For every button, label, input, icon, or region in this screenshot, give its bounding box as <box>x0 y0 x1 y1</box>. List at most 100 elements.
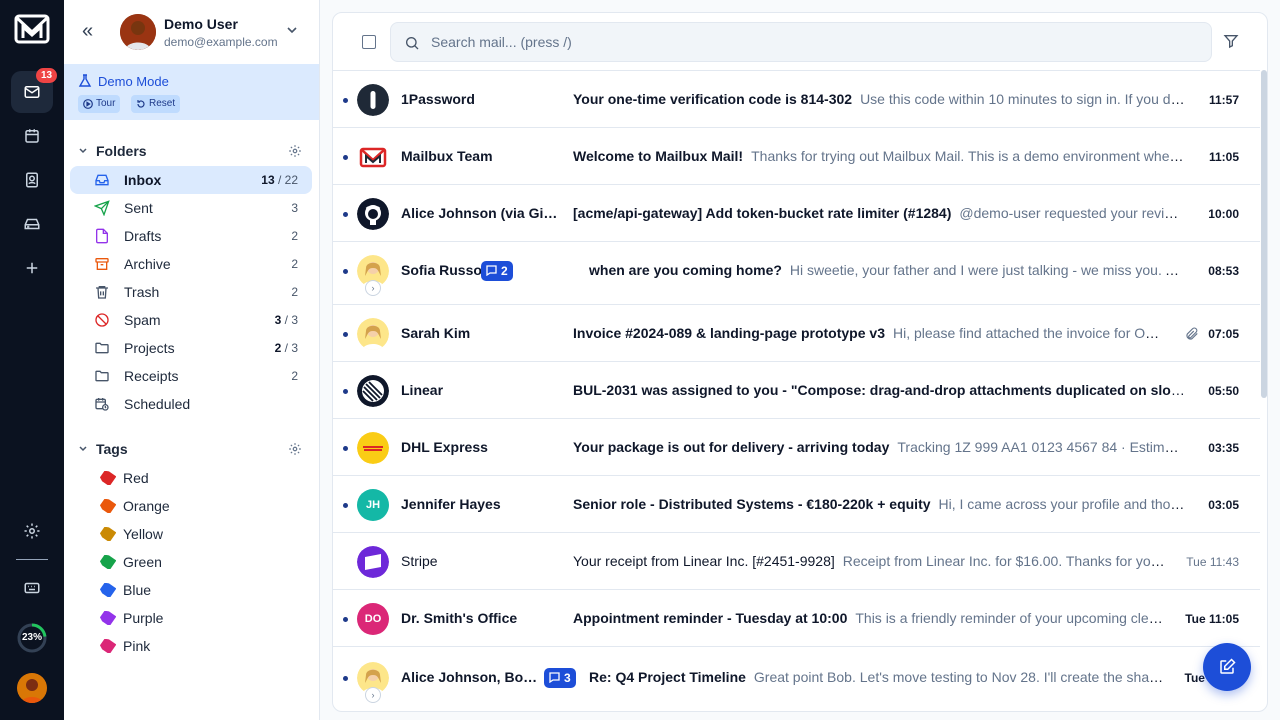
avatar[interactable] <box>120 14 156 50</box>
chevron-down-icon <box>79 148 87 154</box>
storage-progress[interactable]: 23% <box>16 622 48 654</box>
email-preview: @demo-user requested your review on this… <box>959 205 1186 221</box>
nav-contacts[interactable] <box>11 159 53 201</box>
tour-button[interactable]: Tour <box>78 95 121 113</box>
folder-icon <box>94 368 110 384</box>
expand-thread-icon[interactable]: › <box>365 687 381 703</box>
tag-item-yellow[interactable]: Yellow <box>70 520 312 548</box>
folder-label: Sent <box>124 200 153 216</box>
email-row[interactable]: › Sofia Russo 2 when are you coming home? Hi… <box>333 241 1260 304</box>
paperclip-icon <box>1185 327 1199 341</box>
tag-label: Green <box>123 554 162 570</box>
mail-list-panel: 1Password Your one-time verification code… <box>332 12 1268 712</box>
email-summary: when are you coming home? Hi sweetie, you… <box>589 262 1186 278</box>
tag-label: Blue <box>123 582 152 598</box>
unread-dot <box>343 155 348 160</box>
email-summary: Invoice #2024-089 & landing-page prototy… <box>573 325 1164 341</box>
unread-dot <box>343 503 348 508</box>
unread-dot <box>343 676 348 681</box>
sidebar-item-trash[interactable]: Trash 2 <box>70 278 312 306</box>
folders-header[interactable]: Folders <box>78 143 147 159</box>
sidebar-item-scheduled[interactable]: Scheduled <box>70 390 312 418</box>
tags-header[interactable]: Tags <box>78 441 128 457</box>
sidebar-item-receipts[interactable]: Receipts 2 <box>70 362 312 390</box>
send-icon <box>93 200 110 217</box>
drive-icon <box>24 218 40 230</box>
email-time: 11:05 <box>1208 150 1239 164</box>
current-user-avatar[interactable] <box>17 673 47 703</box>
tag-item-red[interactable]: Red <box>70 464 312 492</box>
sidebar-item-projects[interactable]: Projects 2 / 3 <box>70 334 312 362</box>
message-icon <box>486 265 497 276</box>
tag-item-pink[interactable]: Pink <box>70 632 312 660</box>
tag-item-purple[interactable]: Purple <box>70 604 312 632</box>
email-sender: 1Password <box>401 91 475 107</box>
tag-label: Yellow <box>123 526 163 542</box>
email-time: 11:57 <box>1208 93 1239 107</box>
email-summary: Appointment reminder - Tuesday at 10:00 T… <box>573 610 1166 626</box>
folder-count: 3 / 3 <box>274 313 298 327</box>
nav-settings[interactable] <box>11 510 53 552</box>
email-row[interactable]: Mailbux Team Welcome to Mailbux Mail! Than… <box>333 127 1260 184</box>
email-summary: Your one-time verification code is 814-3… <box>573 91 1186 107</box>
email-summary: Welcome to Mailbux Mail! Thanks for tryin… <box>573 148 1186 164</box>
reset-button[interactable]: Reset <box>131 95 181 113</box>
email-preview: Hi, I came across your profile and thoug… <box>938 496 1186 512</box>
archive-icon <box>94 256 110 272</box>
email-row[interactable]: 1Password Your one-time verification code… <box>333 70 1260 127</box>
unread-dot <box>343 98 348 103</box>
email-row[interactable]: Stripe Your receipt from Linear Inc. [#24… <box>333 532 1260 589</box>
tag-settings-gear-icon[interactable] <box>288 442 302 456</box>
email-time: 03:05 <box>1208 498 1239 512</box>
scrollbar[interactable] <box>1260 70 1267 400</box>
filter-icon[interactable] <box>1223 33 1239 49</box>
folder-settings-gear-icon[interactable] <box>288 144 302 158</box>
email-row[interactable]: DHL Express Your package is out for deliv… <box>333 418 1260 475</box>
compose-button[interactable] <box>1203 643 1251 691</box>
trash-icon <box>94 284 110 300</box>
contacts-icon <box>26 172 38 188</box>
email-sender: Alice Johnson, Bob Martinez <box>401 669 539 685</box>
tag-item-orange[interactable]: Orange <box>70 492 312 520</box>
email-row[interactable]: Alice Johnson (via GitHub) [acme/api-gate… <box>333 184 1260 241</box>
email-row[interactable]: Sarah Kim Invoice #2024-089 & landing-pag… <box>333 304 1260 361</box>
nav-calendar[interactable] <box>11 115 53 157</box>
tour-label: Tour <box>96 98 116 109</box>
email-row[interactable]: Linear BUL-2031 was assigned to you - "Co… <box>333 361 1260 418</box>
play-circle-icon <box>83 99 93 109</box>
nav-add[interactable] <box>11 247 53 289</box>
search-input[interactable] <box>431 31 1191 53</box>
sidebar-item-sent[interactable]: Sent 3 <box>70 194 312 222</box>
collapse-sidebar-icon[interactable]: « <box>82 20 102 44</box>
sidebar-item-archive[interactable]: Archive 2 <box>70 250 312 278</box>
onepassword-logo-icon <box>357 84 389 116</box>
chevron-down-icon <box>79 446 87 452</box>
email-row[interactable]: › Alice Johnson, Bob Martinez 3 Re: Q4 Proj… <box>333 646 1260 711</box>
tag-item-green[interactable]: Green <box>70 548 312 576</box>
expand-thread-icon[interactable]: › <box>365 280 381 296</box>
folder-count: 2 <box>291 257 298 271</box>
chevron-down-icon[interactable] <box>286 24 298 36</box>
email-subject: Your one-time verification code is 814-3… <box>573 91 853 107</box>
search-bar[interactable] <box>390 22 1212 62</box>
sidebar-item-spam[interactable]: Spam 3 / 3 <box>70 306 312 334</box>
select-all-checkbox[interactable] <box>362 35 376 49</box>
nav-keyboard-shortcuts[interactable] <box>11 567 53 609</box>
mailbux-logo-icon[interactable] <box>14 12 50 46</box>
sidebar-item-inbox[interactable]: Inbox 13 / 22 <box>70 166 312 194</box>
sidebar-item-drafts[interactable]: Drafts 2 <box>70 222 312 250</box>
scrollbar-thumb[interactable] <box>1261 70 1267 398</box>
email-subject: BUL-2031 was assigned to you - "Compose:… <box>573 382 1186 398</box>
folder-count: 2 <box>291 229 298 243</box>
nav-drive[interactable] <box>11 203 53 245</box>
email-row[interactable]: DO Dr. Smith's Office Appointment reminder… <box>333 589 1260 646</box>
user-name: Demo User <box>164 16 238 32</box>
email-sender: Dr. Smith's Office <box>401 610 518 626</box>
email-row[interactable]: JH Jennifer Hayes Senior role - Distribute… <box>333 475 1260 532</box>
photo-avatar <box>357 318 389 350</box>
tag-item-blue[interactable]: Blue <box>70 576 312 604</box>
tag-icon <box>100 499 116 513</box>
demo-mode-title: Demo Mode <box>98 74 169 89</box>
demo-mode-banner: Demo Mode Tour Reset <box>64 64 319 120</box>
unread-dot <box>343 446 348 451</box>
